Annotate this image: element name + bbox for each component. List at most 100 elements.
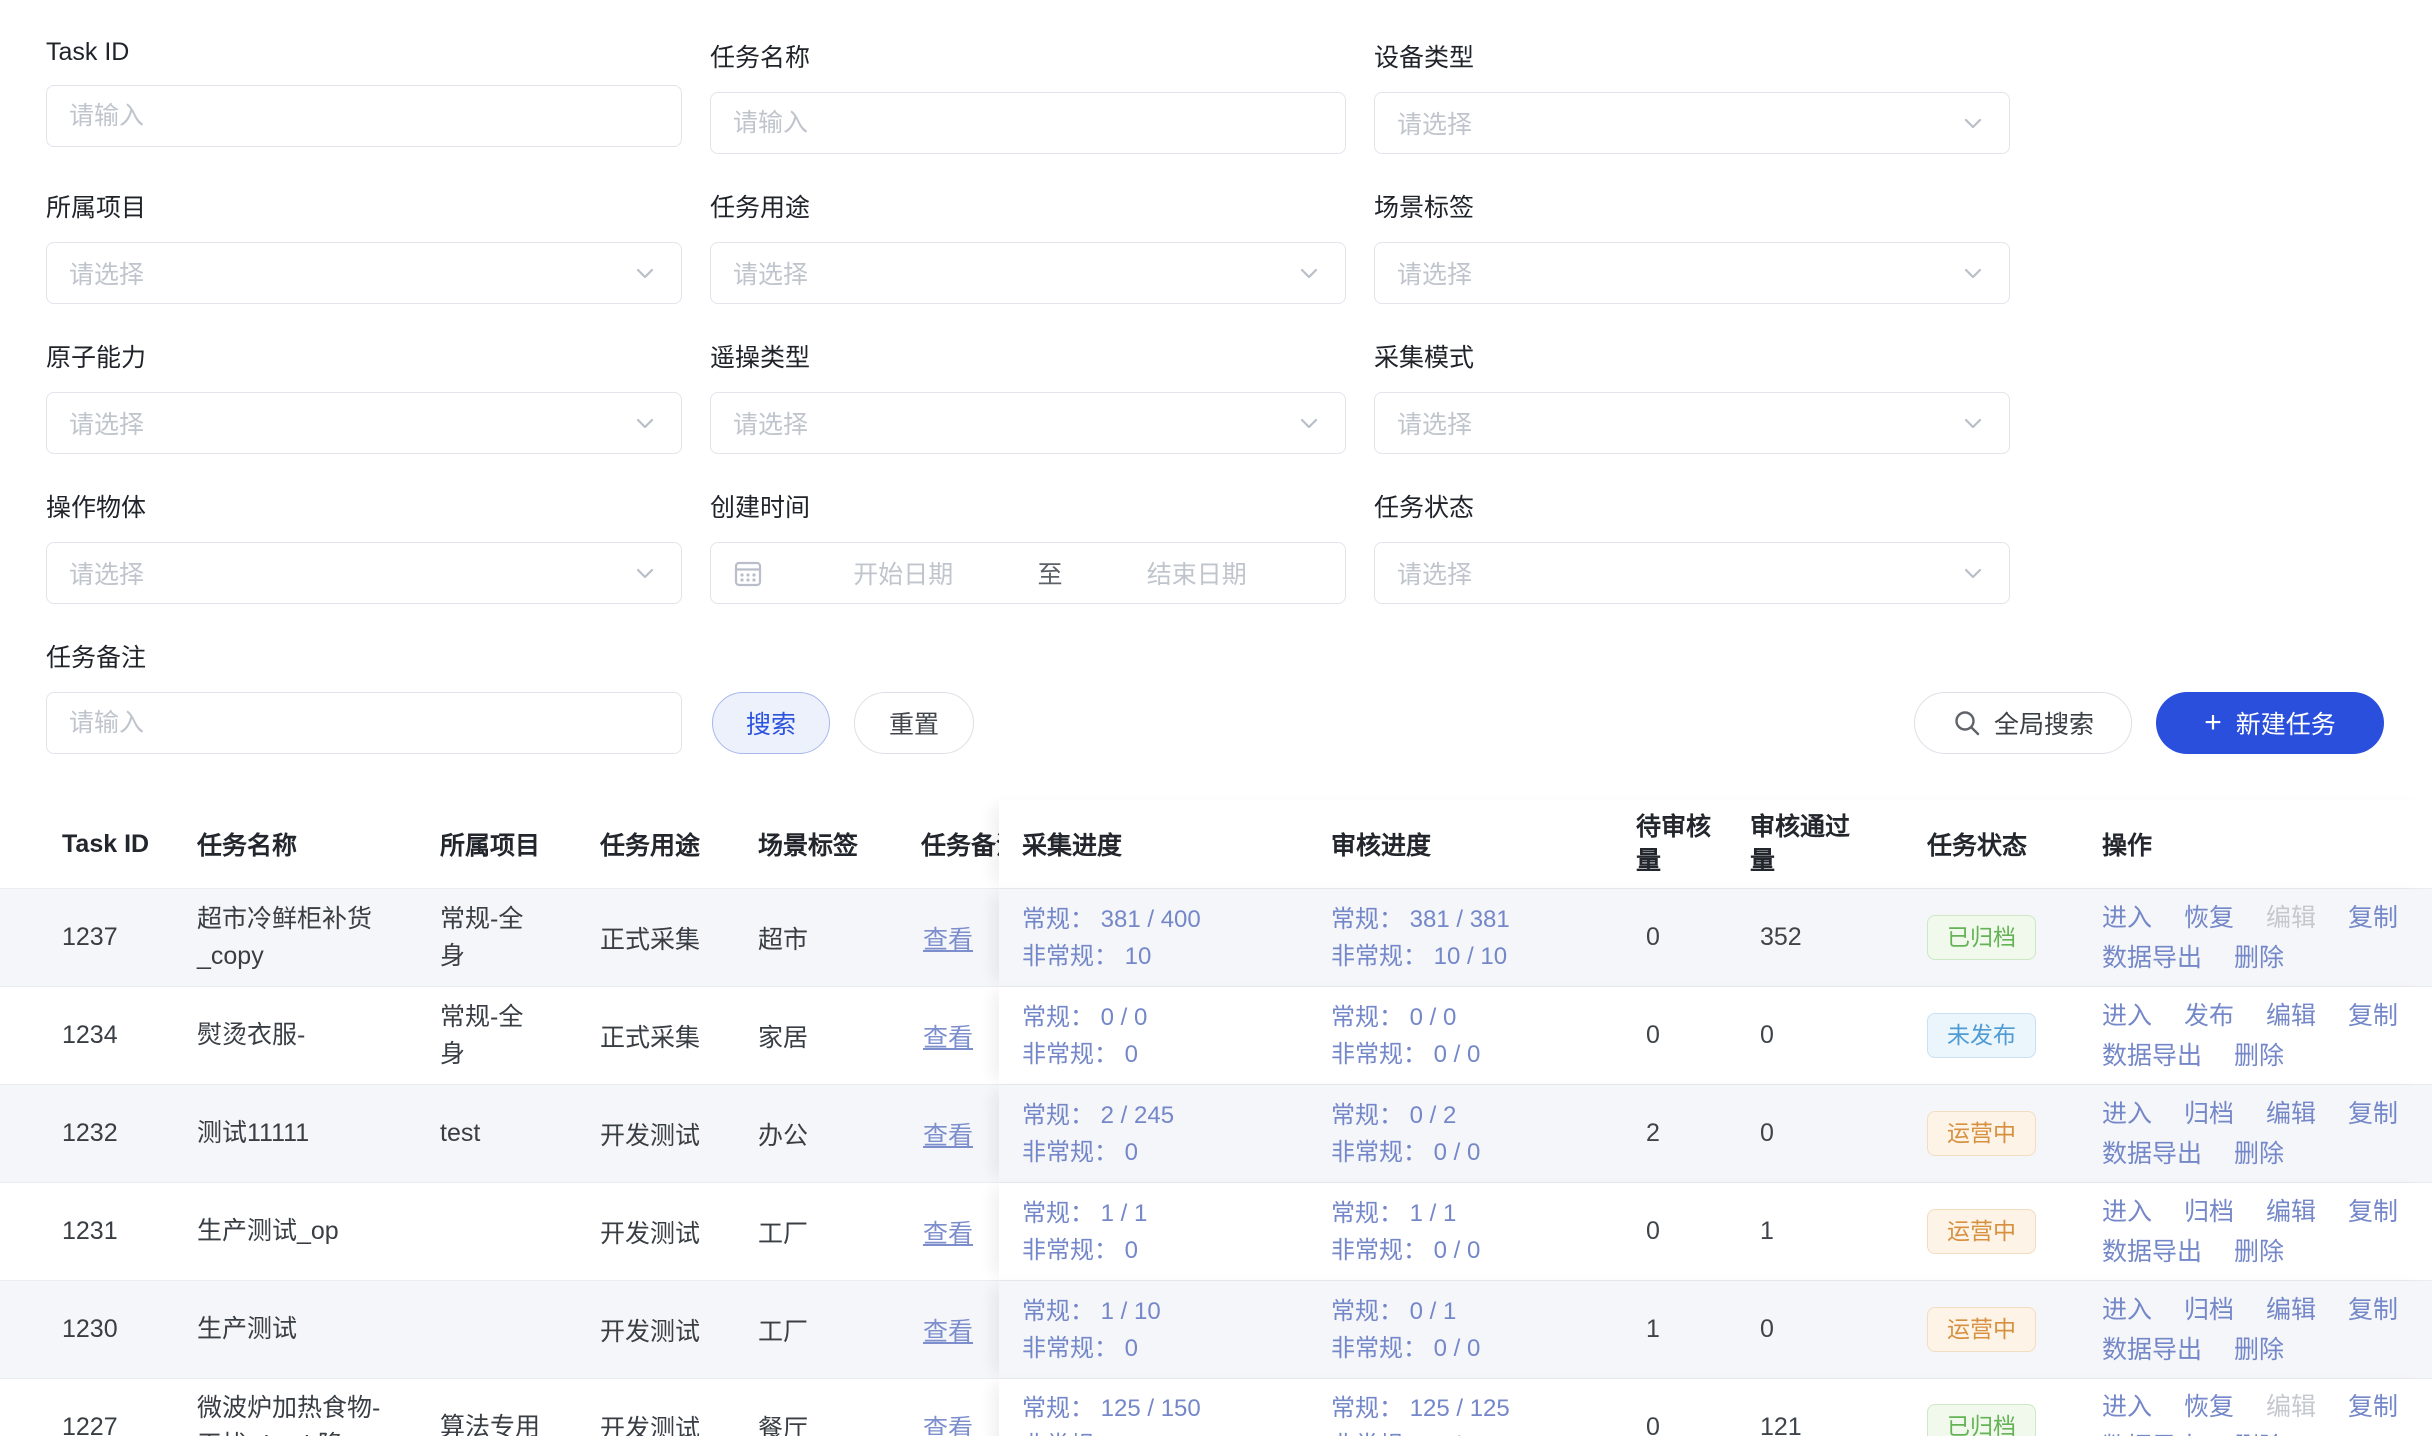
reset-button[interactable]: 重置 [854, 692, 974, 754]
action-link[interactable]: 复制 [2348, 1387, 2398, 1427]
cell-review-progress-irregular[interactable]: 非常规： 0 / 0 [1331, 1134, 1624, 1171]
status-badge: 运营中 [1927, 1307, 2036, 1353]
action-link[interactable]: 归档 [2184, 1192, 2234, 1232]
collect-mode-select[interactable]: 请选择 [1374, 392, 2010, 454]
cell-collect-progress-irregular[interactable]: 非常规： 0 [1022, 1036, 1319, 1073]
action-link[interactable]: 编辑 [2266, 1290, 2316, 1330]
action-link[interactable]: 进入 [2102, 1192, 2152, 1232]
table-row: 1234熨烫衣服-常规-全 身正式采集家居查看常规： 0 / 0非常规： 0常规… [0, 986, 2432, 1084]
action-link[interactable]: 编辑 [2266, 1192, 2316, 1232]
cell-review-progress-regular[interactable]: 常规： 125 / 125 [1331, 1390, 1624, 1427]
cell-review-progress: 常规： 0 / 1非常规： 0 / 0 [1331, 1293, 1636, 1367]
cell-approved-count: 0 [1750, 1315, 1915, 1344]
action-link[interactable]: 恢复 [2184, 1387, 2234, 1427]
table-row-left: 1232测试11111test开发测试办公查看 [0, 1085, 999, 1182]
new-task-button[interactable]: + 新建任务 [2156, 692, 2384, 754]
cell-review-progress-irregular[interactable]: 非常规： 0 / 0 [1331, 1330, 1624, 1367]
action-link[interactable]: 复制 [2348, 1192, 2398, 1232]
cell-collect-progress-regular[interactable]: 常规： 125 / 150 [1022, 1390, 1319, 1427]
cell-collect-progress-regular[interactable]: 常规： 2 / 245 [1022, 1097, 1319, 1134]
table-row: 1231生产测试_op开发测试工厂查看常规： 1 / 1非常规： 0常规： 1 … [0, 1182, 2432, 1280]
action-link[interactable]: 编辑 [2266, 1094, 2316, 1134]
view-remark-link[interactable]: 查看 [921, 1318, 973, 1346]
cell-project: test [440, 1115, 600, 1152]
device-type-select[interactable]: 请选择 [1374, 92, 2010, 154]
action-link[interactable]: 数据导出 [2102, 1427, 2202, 1436]
cell-review-progress: 常规： 0 / 2非常规： 0 / 0 [1331, 1097, 1636, 1171]
action-link[interactable]: 删除 [2234, 1330, 2284, 1370]
action-link[interactable]: 数据导出 [2102, 1134, 2202, 1174]
cell-collect-progress-irregular[interactable]: 非常规： 0 [1022, 1134, 1319, 1171]
cell-collect-progress-regular[interactable]: 常规： 1 / 1 [1022, 1195, 1319, 1232]
task-id-input[interactable] [69, 102, 659, 131]
table-header: Task ID 任务名称 所属项目 任务用途 场景标签 任务备注 采集进度 审核… [0, 800, 2432, 888]
action-link[interactable]: 数据导出 [2102, 1330, 2202, 1370]
action-link[interactable]: 编辑 [2266, 996, 2316, 1036]
view-remark-link[interactable]: 查看 [921, 1415, 973, 1436]
operation-object-select[interactable]: 请选择 [46, 542, 682, 604]
action-link[interactable]: 归档 [2184, 1290, 2234, 1330]
action-link[interactable]: 进入 [2102, 898, 2152, 938]
cell-review-progress-regular[interactable]: 常规： 0 / 0 [1331, 999, 1624, 1036]
action-link[interactable]: 复制 [2348, 996, 2398, 1036]
action-link[interactable]: 删除 [2234, 1134, 2284, 1174]
view-remark-link[interactable]: 查看 [921, 1122, 973, 1150]
col-operations: 操作 [2102, 826, 2432, 862]
cell-review-progress-regular[interactable]: 常规： 0 / 2 [1331, 1097, 1624, 1134]
action-link[interactable]: 复制 [2348, 1290, 2398, 1330]
table-header-right: 采集进度 审核进度 待审核量 审核通过量 任务状态 操作 [999, 800, 2432, 888]
filter-label-task-status: 任务状态 [1374, 488, 2010, 524]
cell-review-progress-regular[interactable]: 常规： 0 / 1 [1331, 1293, 1624, 1330]
action-link[interactable]: 进入 [2102, 1094, 2152, 1134]
action-link[interactable]: 删除 [2234, 1427, 2284, 1436]
project-select[interactable]: 请选择 [46, 242, 682, 304]
global-search-button[interactable]: 全局搜索 [1914, 692, 2132, 754]
action-link[interactable]: 发布 [2184, 996, 2234, 1036]
view-remark-link[interactable]: 查看 [921, 1024, 973, 1052]
cell-pending-count: 0 [1636, 923, 1750, 952]
search-button[interactable]: 搜索 [712, 692, 830, 754]
action-link[interactable]: 删除 [2234, 1232, 2284, 1272]
action-link[interactable]: 进入 [2102, 996, 2152, 1036]
action-link[interactable]: 复制 [2348, 898, 2398, 938]
teleop-type-select[interactable]: 请选择 [710, 392, 1346, 454]
task-purpose-select[interactable]: 请选择 [710, 242, 1346, 304]
chevron-down-icon [631, 559, 659, 587]
scene-tag-select[interactable]: 请选择 [1374, 242, 2010, 304]
view-remark-link[interactable]: 查看 [921, 1220, 973, 1248]
cell-review-progress-irregular[interactable]: 非常规： 0 / 0 [1331, 1427, 1624, 1436]
cell-collect-progress-irregular[interactable]: 非常规： 0 [1022, 1232, 1319, 1269]
view-remark-link[interactable]: 查看 [921, 926, 973, 954]
cell-review-progress-regular[interactable]: 常规： 1 / 1 [1331, 1195, 1624, 1232]
action-link: 编辑 [2266, 1387, 2316, 1427]
action-link[interactable]: 进入 [2102, 1387, 2152, 1427]
cell-pending-count: 0 [1636, 1413, 1750, 1436]
task-remark-input[interactable] [69, 709, 659, 738]
table-row-left: 1230生产测试开发测试工厂查看 [0, 1281, 999, 1378]
cell-collect-progress-irregular[interactable]: 非常规： 10 [1022, 938, 1319, 975]
cell-collect-progress-irregular[interactable]: 非常规： 0 [1022, 1427, 1319, 1436]
action-link[interactable]: 数据导出 [2102, 1036, 2202, 1076]
cell-review-progress-irregular[interactable]: 非常规： 10 / 10 [1331, 938, 1624, 975]
create-time-range-picker[interactable]: 开始日期至结束日期 [710, 542, 1346, 604]
action-link[interactable]: 复制 [2348, 1094, 2398, 1134]
filter-label-device-type: 设备类型 [1374, 38, 2010, 74]
task-name-input[interactable] [733, 109, 1323, 138]
action-link[interactable]: 删除 [2234, 1036, 2284, 1076]
action-link[interactable]: 删除 [2234, 938, 2284, 978]
action-link[interactable]: 进入 [2102, 1290, 2152, 1330]
cell-collect-progress-irregular[interactable]: 非常规： 0 [1022, 1330, 1319, 1367]
cell-review-progress-regular[interactable]: 常规： 381 / 381 [1331, 901, 1624, 938]
action-link[interactable]: 数据导出 [2102, 938, 2202, 978]
cell-review-progress-irregular[interactable]: 非常规： 0 / 0 [1331, 1232, 1624, 1269]
cell-collect-progress-regular[interactable]: 常规： 0 / 0 [1022, 999, 1319, 1036]
action-link[interactable]: 归档 [2184, 1094, 2234, 1134]
cell-review-progress-irregular[interactable]: 非常规： 0 / 0 [1331, 1036, 1624, 1073]
action-link[interactable]: 恢复 [2184, 898, 2234, 938]
cell-collect-progress-regular[interactable]: 常规： 1 / 10 [1022, 1293, 1319, 1330]
action-link[interactable]: 数据导出 [2102, 1232, 2202, 1272]
task-status-select[interactable]: 请选择 [1374, 542, 2010, 604]
scene-tag-placeholder: 请选择 [1397, 255, 1472, 291]
atomic-capability-select[interactable]: 请选择 [46, 392, 682, 454]
cell-collect-progress-regular[interactable]: 常规： 381 / 400 [1022, 901, 1319, 938]
